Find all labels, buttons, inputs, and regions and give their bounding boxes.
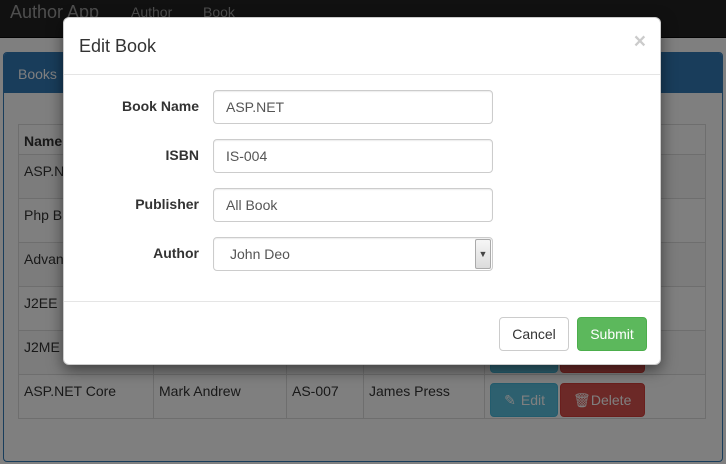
modal-footer: Cancel Submit (64, 301, 660, 365)
book-name-label: Book Name (121, 98, 199, 114)
form-row-book-name: Book Name (64, 90, 662, 124)
close-icon[interactable]: × (634, 31, 646, 52)
publisher-label: Publisher (135, 196, 199, 212)
isbn-label: ISBN (165, 147, 199, 163)
modal-title: Edit Book (79, 36, 157, 56)
form-row-isbn: ISBN (64, 139, 662, 173)
form-row-author: Author John Deo ▼ (64, 237, 662, 271)
chevron-down-icon[interactable]: ▼ (475, 239, 491, 269)
author-select[interactable]: John Deo ▼ (213, 237, 493, 271)
author-label: Author (153, 245, 199, 261)
publisher-input[interactable] (213, 188, 493, 222)
author-select-value: John Deo (230, 246, 290, 262)
submit-button[interactable]: Submit (577, 317, 647, 351)
form-row-publisher: Publisher (64, 188, 662, 222)
modal-header: Edit Book × (64, 18, 660, 75)
book-name-input[interactable] (213, 90, 493, 124)
isbn-input[interactable] (213, 139, 493, 173)
edit-book-modal: Edit Book × Book Name ISBN Publisher Aut… (63, 17, 661, 365)
cancel-button[interactable]: Cancel (499, 317, 569, 351)
